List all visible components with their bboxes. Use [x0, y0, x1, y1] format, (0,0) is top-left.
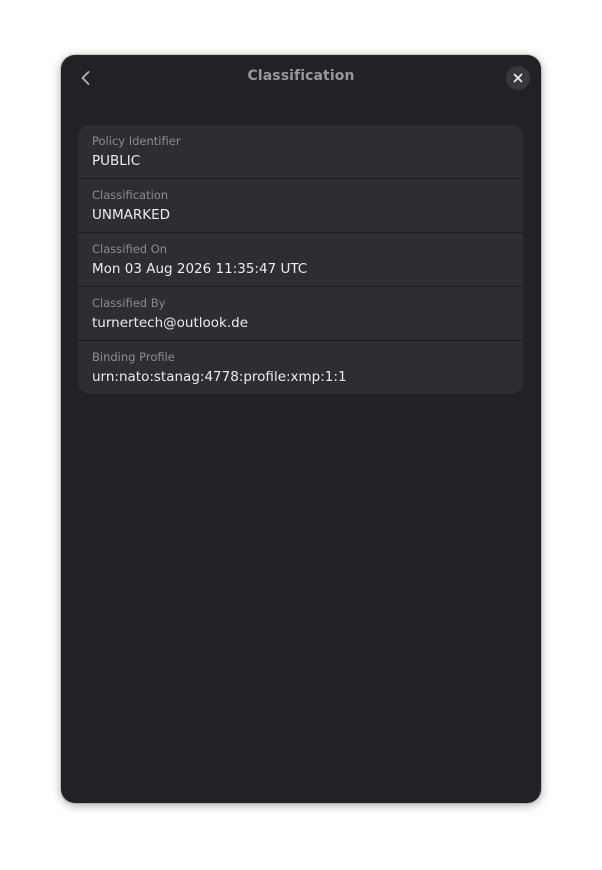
row-value: PUBLIC	[92, 153, 141, 169]
classification-dialog: Classification Policy Identifier PUBLIC …	[61, 55, 541, 803]
classification-properties-list: Policy Identifier PUBLIC Classification …	[78, 125, 523, 394]
row-value: turnertech@outlook.de	[92, 315, 249, 331]
row-value: urn:nato:stanag:4778:profile:xmp:1:1	[92, 369, 347, 385]
close-button[interactable]	[506, 66, 530, 90]
row-label: Classified On	[92, 242, 168, 256]
row-value: Mon 03 Aug 2026 11:35:47 UTC	[92, 261, 308, 277]
row-classified-by: Classified By turnertech@outlook.de	[78, 287, 523, 341]
row-label: Classification	[92, 188, 169, 202]
row-label: Policy Identifier	[92, 134, 181, 148]
close-icon	[513, 73, 523, 83]
row-label: Binding Profile	[92, 350, 175, 364]
row-classification: Classification UNMARKED	[78, 179, 523, 233]
row-policy-identifier: Policy Identifier PUBLIC	[78, 125, 523, 179]
row-label: Classified By	[92, 296, 166, 310]
header-bar: Classification	[61, 55, 541, 101]
row-classified-on: Classified On Mon 03 Aug 2026 11:35:47 U…	[78, 233, 523, 287]
row-value: UNMARKED	[92, 207, 171, 223]
dialog-title: Classification	[247, 68, 355, 84]
row-binding-profile: Binding Profile urn:nato:stanag:4778:pro…	[78, 341, 523, 394]
